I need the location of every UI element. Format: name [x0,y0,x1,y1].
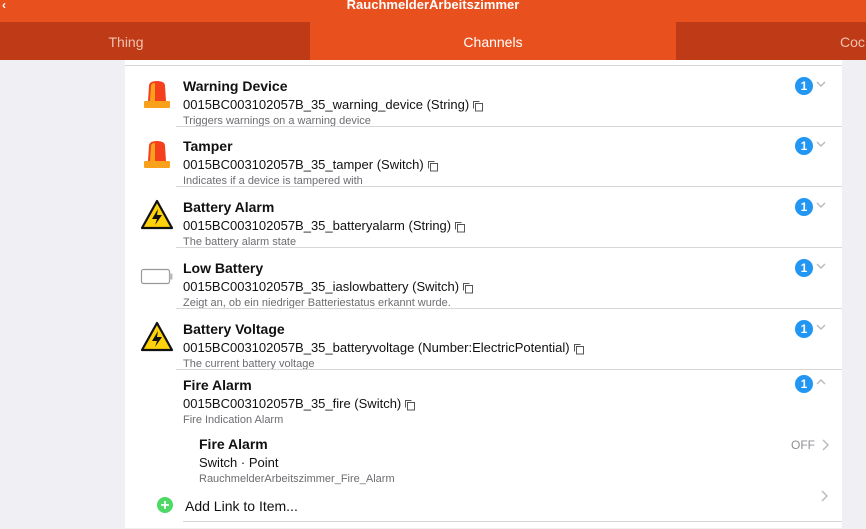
linked-item-type: Switch · Point [199,455,279,470]
window-title: RauchmelderArbeitszimmer [346,0,520,12]
copy-icon[interactable] [472,100,484,112]
tab-thing[interactable]: Thing [0,22,252,60]
warning-triangle-icon [140,199,174,230]
copy-icon[interactable] [454,221,466,233]
chevron-down-icon[interactable] [815,260,827,272]
channel-row-battery-alarm[interactable]: Battery Alarm 0015BC003102057B_35_batter… [125,187,842,248]
link-count-badge: 1 [795,320,813,338]
warning-triangle-icon [140,321,174,352]
linked-item-row[interactable]: Fire Alarm Switch · Point RauchmelderArb… [199,433,842,493]
chevron-right-icon [821,490,828,502]
channel-row-tamper[interactable]: Tamper 0015BC003102057B_35_tamper (Switc… [125,126,842,187]
link-count-badge: 1 [795,77,813,95]
battery-icon [140,268,173,285]
siren-icon [144,81,170,108]
linked-item-name: RauchmelderArbeitszimmer_Fire_Alarm [199,473,395,485]
channel-uid: 0015BC003102057B_35_warning_device (Stri… [183,97,484,112]
channel-title: Warning Device [183,78,288,94]
tab-code[interactable]: Coc [840,22,866,60]
tab-bar: Thing Channels Coc [0,22,866,60]
channel-row-warning-device[interactable]: Warning Device 0015BC003102057B_35_warni… [125,66,842,127]
copy-icon[interactable] [462,282,474,294]
channel-row-low-battery[interactable]: Low Battery 0015BC003102057B_35_iaslowba… [125,248,842,309]
channel-uid: 0015BC003102057B_35_batteryvoltage (Numb… [183,340,585,355]
tab-channels[interactable]: Channels [310,22,676,60]
channel-title: Battery Voltage [183,321,285,337]
link-count-badge: 1 [795,198,813,216]
link-count-badge: 1 [795,137,813,155]
channel-uid: 0015BC003102057B_35_fire (Switch) [183,396,416,411]
channel-title: Fire Alarm [183,377,252,393]
link-count-badge: 1 [795,375,813,393]
channel-title: Low Battery [183,260,264,276]
channel-list: Warning Device 0015BC003102057B_35_warni… [125,60,842,528]
channel-uid: 0015BC003102057B_35_batteryalarm (String… [183,218,466,233]
copy-icon[interactable] [404,399,416,411]
channel-title: Tamper [183,138,233,154]
channel-row-battery-voltage[interactable]: Battery Voltage 0015BC003102057B_35_batt… [125,309,842,370]
title-bar: ‹ RauchmelderArbeitszimmer [0,0,866,22]
chevron-down-icon[interactable] [815,78,827,90]
chevron-up-icon[interactable] [815,376,827,388]
channel-uid: 0015BC003102057B_35_tamper (Switch) [183,157,439,172]
linked-item-title: Fire Alarm [199,436,268,452]
channel-title: Battery Alarm [183,199,275,215]
copy-icon[interactable] [427,160,439,172]
channel-row-fire-alarm[interactable]: Fire Alarm 0015BC003102057B_35_fire (Swi… [125,370,842,431]
link-count-badge: 1 [795,259,813,277]
add-link-label: Add Link to Item... [185,498,298,514]
add-link-button[interactable]: Add Link to Item... [157,490,842,529]
siren-icon [144,141,170,168]
copy-icon[interactable] [573,343,585,355]
channel-uid: 0015BC003102057B_35_iaslowbattery (Switc… [183,279,474,294]
back-icon[interactable]: ‹ [0,0,8,11]
plus-circle-icon [157,497,173,513]
chevron-down-icon[interactable] [815,321,827,333]
channel-description: Fire Indication Alarm [183,414,284,426]
chevron-down-icon[interactable] [815,138,827,150]
item-state: OFF [791,438,815,452]
chevron-down-icon[interactable] [815,199,827,211]
chevron-right-icon[interactable] [820,438,830,452]
divider [183,521,842,522]
